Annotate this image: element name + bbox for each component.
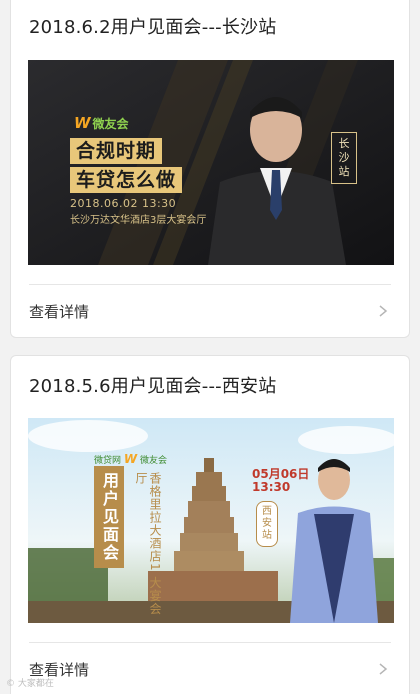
event-card-xian[interactable]: 2018.5.6用户见面会---西安站 微贷网 W 微友会 用户见面会 香格里拉… [10, 355, 410, 694]
brand-w-icon: W [74, 114, 91, 132]
banner-date: 05月06日 13:30 [252, 468, 309, 494]
banner-headline-2: 车贷怎么做 [70, 167, 183, 193]
divider [29, 642, 391, 643]
brand-logo: 微贷网 W 微友会 [94, 452, 167, 466]
banner-date-line-2: 13:30 [252, 480, 291, 494]
event-banner-image[interactable]: W 微友会 合规时期 车贷怎么做 2018.06.02 13:30 长沙万达文华… [28, 60, 394, 265]
event-card-changsha[interactable]: 2018.6.2用户见面会---长沙站 W 微友会 合规时期 车贷怎么做 201… [10, 0, 410, 338]
view-details-label: 查看详情 [29, 302, 90, 321]
banner-headline-1: 合规时期 [70, 138, 163, 164]
card-title: 2018.6.2用户见面会---长沙站 [29, 17, 277, 38]
view-details-link[interactable]: 查看详情 [29, 649, 391, 689]
brand-logo-left: 微贷网 [94, 456, 122, 466]
brand-logo-text: 微友会 [92, 116, 129, 131]
banner-background [28, 418, 394, 623]
event-banner-image[interactable]: 微贷网 W 微友会 用户见面会 香格里拉大酒店1 大宴会厅 05月06日 13:… [28, 418, 394, 623]
card-title: 2018.5.6用户见面会---西安站 [29, 376, 277, 397]
brand-logo-text: 微友会 [140, 456, 168, 466]
chevron-right-icon [379, 663, 388, 675]
chevron-right-icon [379, 305, 388, 317]
brand-logo: W 微友会 [74, 114, 129, 132]
banner-venue: 长沙万达文华酒店3层大宴会厅 [70, 215, 207, 226]
view-details-link[interactable]: 查看详情 [29, 291, 391, 331]
city-tag: 长沙站 [331, 132, 357, 184]
banner-date-time: 2018.06.02 13:30 [70, 197, 177, 210]
banner-main-text: 用户见面会 [94, 466, 124, 568]
city-tag: 西安站 [256, 501, 278, 547]
watermark: © 大家都在 [6, 679, 54, 689]
banner-hotel-text: 香格里拉大酒店1 大宴会厅 [134, 472, 162, 616]
divider [29, 284, 391, 285]
brand-w-icon: W [123, 452, 138, 466]
